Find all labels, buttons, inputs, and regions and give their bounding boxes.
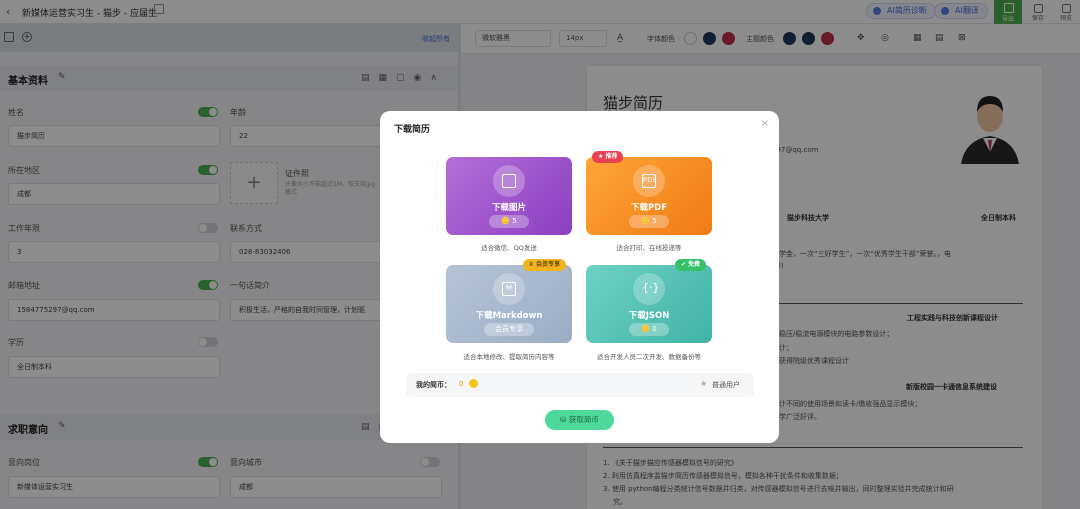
card-description: 适合微信、QQ发送 <box>481 244 537 252</box>
close-icon[interactable]: × <box>761 118 769 129</box>
download-json-card[interactable]: ✔ 免费 {·} 下载JSON 🪙 0 <box>586 259 712 343</box>
card-description: 适合打印、在线投递等 <box>616 244 682 252</box>
download-resume-dialog: 下载简历 × 下载图片 🪙 5 适合微信、QQ发送 ★ 推荐 PDF 下载PDF… <box>380 111 779 443</box>
card-label: 下载JSON <box>628 311 670 321</box>
card-label: 下载PDF <box>630 203 668 213</box>
dialog-title: 下载简历 <box>394 125 431 135</box>
coins-value: 0 <box>459 380 464 388</box>
pdf-icon: PDF <box>633 165 665 197</box>
coin-icon <box>469 379 478 388</box>
get-coins-button[interactable]: ⛁ 获取简币 <box>545 410 614 430</box>
image-icon <box>493 165 525 197</box>
coin-balance-bar: 我的简币： 0 ★ 普通用户 <box>406 373 754 397</box>
download-pdf-card[interactable]: ★ 推荐 PDF 下载PDF 🪙 5 <box>586 151 712 235</box>
download-image-card[interactable]: 下载图片 🪙 5 <box>446 157 572 235</box>
markdown-icon: M <box>493 273 525 305</box>
card-label: 下载图片 <box>491 203 526 213</box>
price-pill: 🪙 0 <box>629 323 669 336</box>
card-label: 下载Markdown <box>475 311 543 321</box>
user-level: 普通用户 <box>712 381 740 389</box>
recommend-badge: ★ 推荐 <box>592 151 624 163</box>
member-badge: ♛ 会员专享 <box>522 259 566 271</box>
price-pill: 🪙 5 <box>489 215 529 228</box>
card-description: 适合本地修改、提取简历内容等 <box>463 353 555 361</box>
download-markdown-card[interactable]: ♛ 会员专享 M 下载Markdown 会员专享 <box>446 259 572 343</box>
price-pill: 会员专享 <box>484 323 534 336</box>
user-icon: ★ <box>700 379 708 388</box>
coins-label: 我的简币： <box>416 381 451 389</box>
json-icon: {·} <box>633 273 665 305</box>
card-description: 适合开发人员二次开发、数据备份等 <box>597 353 701 361</box>
free-badge: ✔ 免费 <box>674 259 706 271</box>
price-pill: 🪙 5 <box>629 215 669 228</box>
